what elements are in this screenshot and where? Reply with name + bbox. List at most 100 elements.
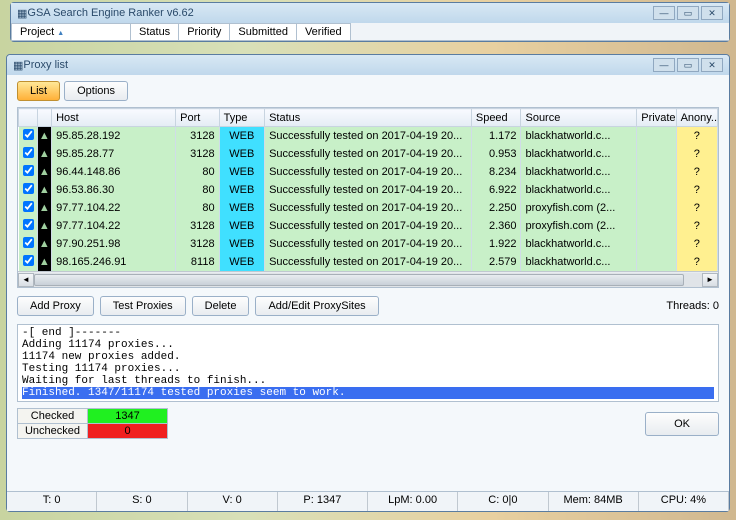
cell-type: WEB [219, 163, 264, 181]
cell-type: WEB [219, 181, 264, 199]
col-type[interactable]: Type [219, 109, 264, 127]
cell-type: WEB [219, 145, 264, 163]
maximize-button[interactable]: ▭ [677, 58, 699, 72]
cell-host: 97.77.104.22 [52, 217, 176, 235]
cell-source: blackhatworld.c... [521, 235, 637, 253]
cell-status: Successfully tested on 2017-04-19 20... [265, 163, 472, 181]
minimize-button[interactable]: — [653, 6, 675, 20]
row-checkbox[interactable] [19, 145, 38, 163]
row-checkbox[interactable] [19, 127, 38, 146]
cell-speed: 1.922 [471, 235, 521, 253]
cell-status: Successfully tested on 2017-04-19 20... [265, 199, 472, 217]
app-icon: ▦ [17, 7, 27, 20]
scroll-left-icon[interactable]: ◄ [18, 273, 34, 287]
header-status[interactable]: Status [130, 23, 179, 40]
up-arrow-icon: ▲ [37, 235, 51, 253]
row-checkbox[interactable] [19, 199, 38, 217]
header-project[interactable]: Project [11, 23, 131, 40]
cell-host: 95.85.28.192 [52, 127, 176, 146]
table-row[interactable]: ▲96.44.148.8680WEBSuccessfully tested on… [19, 163, 718, 181]
parent-titlebar[interactable]: ▦ GSA Search Engine Ranker v6.62 — ▭ ✕ [11, 3, 729, 23]
table-row[interactable]: ▲97.77.104.223128WEBSuccessfully tested … [19, 217, 718, 235]
cell-speed: 2.579 [471, 253, 521, 271]
cell-private [637, 253, 676, 271]
cell-anon: ? [676, 127, 717, 146]
maximize-button[interactable]: ▭ [677, 6, 699, 20]
close-button[interactable]: ✕ [701, 58, 723, 72]
cell-anon: ? [676, 235, 717, 253]
cell-speed: 8.234 [471, 163, 521, 181]
ok-button[interactable]: OK [645, 412, 719, 436]
row-checkbox[interactable] [19, 217, 38, 235]
status-lpm: LpM: 0.00 [368, 492, 458, 511]
delete-button[interactable]: Delete [192, 296, 250, 316]
col-speed[interactable]: Speed [471, 109, 521, 127]
row-checkbox[interactable] [19, 235, 38, 253]
cell-source: proxyfish.com (2... [521, 199, 637, 217]
toolbar: List Options [7, 75, 729, 107]
cell-anon: ? [676, 181, 717, 199]
cell-port: 3128 [176, 235, 219, 253]
edit-proxysites-button[interactable]: Add/Edit ProxySites [255, 296, 378, 316]
col-checkbox[interactable] [19, 109, 38, 127]
status-s: S: 0 [97, 492, 187, 511]
list-button[interactable]: List [17, 81, 60, 101]
horizontal-scrollbar[interactable]: ◄ ► [18, 271, 718, 287]
parent-column-headers: Project Status Priority Submitted Verifi… [11, 23, 729, 41]
cell-source: blackhatworld.c... [521, 127, 637, 146]
table-row[interactable]: ▲95.85.28.1923128WEBSuccessfully tested … [19, 127, 718, 146]
up-arrow-icon: ▲ [37, 127, 51, 146]
cell-anon: ? [676, 199, 717, 217]
table-row[interactable]: ▲98.165.246.918118WEBSuccessfully tested… [19, 253, 718, 271]
cell-host: 98.165.246.91 [52, 253, 176, 271]
cell-speed: 6.922 [471, 181, 521, 199]
cell-port: 3128 [176, 145, 219, 163]
counters-row: Checked 1347 Unchecked 0 OK [7, 402, 729, 445]
proxy-titlebar[interactable]: ▦ Proxy list — ▭ ✕ [7, 55, 729, 75]
col-source[interactable]: Source [521, 109, 637, 127]
cell-status: Successfully tested on 2017-04-19 20... [265, 145, 472, 163]
scroll-thumb[interactable] [34, 274, 684, 286]
row-checkbox[interactable] [19, 253, 38, 271]
cell-type: WEB [219, 127, 264, 146]
cell-private [637, 235, 676, 253]
cell-port: 80 [176, 181, 219, 199]
row-checkbox[interactable] [19, 163, 38, 181]
proxy-title-text: Proxy list [23, 59, 68, 71]
col-anony[interactable]: Anony... [676, 109, 717, 127]
table-row[interactable]: ▲97.90.251.983128WEBSuccessfully tested … [19, 235, 718, 253]
status-t: T: 0 [7, 492, 97, 511]
cell-anon: ? [676, 163, 717, 181]
cell-port: 80 [176, 199, 219, 217]
test-proxies-button[interactable]: Test Proxies [100, 296, 186, 316]
cell-speed: 0.953 [471, 145, 521, 163]
proxy-window: ▦ Proxy list — ▭ ✕ List Options Host Por… [6, 54, 730, 512]
table-row[interactable]: ▲95.85.28.773128WEBSuccessfully tested o… [19, 145, 718, 163]
table-row[interactable]: ▲96.53.86.3080WEBSuccessfully tested on … [19, 181, 718, 199]
col-private[interactable]: Private [637, 109, 676, 127]
row-checkbox[interactable] [19, 181, 38, 199]
counter-table: Checked 1347 Unchecked 0 [17, 408, 168, 439]
minimize-button[interactable]: — [653, 58, 675, 72]
status-p: P: 1347 [278, 492, 368, 511]
cell-status: Successfully tested on 2017-04-19 20... [265, 235, 472, 253]
proxy-icon: ▦ [13, 59, 23, 72]
add-proxy-button[interactable]: Add Proxy [17, 296, 94, 316]
col-port[interactable]: Port [176, 109, 219, 127]
scroll-right-icon[interactable]: ► [702, 273, 718, 287]
cell-anon: ? [676, 145, 717, 163]
cell-source: proxyfish.com (2... [521, 217, 637, 235]
parent-window: ▦ GSA Search Engine Ranker v6.62 — ▭ ✕ P… [10, 2, 730, 42]
cell-source: blackhatworld.c... [521, 181, 637, 199]
header-verified[interactable]: Verified [296, 23, 351, 40]
proxy-grid: Host Port Type Status Speed Source Priva… [17, 107, 719, 288]
header-submitted[interactable]: Submitted [229, 23, 297, 40]
close-button[interactable]: ✕ [701, 6, 723, 20]
col-host[interactable]: Host [52, 109, 176, 127]
table-row[interactable]: ▲97.77.104.2280WEBSuccessfully tested on… [19, 199, 718, 217]
col-status[interactable]: Status [265, 109, 472, 127]
log-output: -[ end ]------- Adding 11174 proxies... … [17, 324, 719, 402]
options-button[interactable]: Options [64, 81, 128, 101]
cell-port: 8118 [176, 253, 219, 271]
header-priority[interactable]: Priority [178, 23, 230, 40]
